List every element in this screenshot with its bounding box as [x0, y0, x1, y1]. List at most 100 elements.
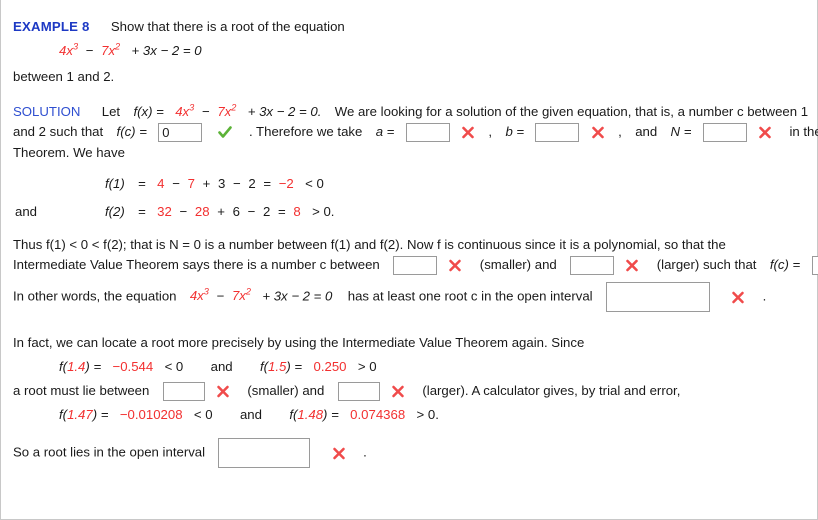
solution-term-b-exponent: 2 — [231, 102, 237, 113]
iow-minus: − — [216, 288, 225, 304]
incorrect-icon — [332, 446, 346, 461]
solution-fx-label: f(x) = — [133, 104, 164, 119]
in-fact-between-prefix: a root must lie between — [13, 383, 150, 398]
in-fact-and-label: and — [210, 359, 233, 374]
f14-close: ) = — [85, 359, 102, 374]
f15-arg: 1.5 — [268, 359, 287, 374]
solution-comma-1: , — [488, 124, 493, 139]
f1-result: −2 — [278, 176, 294, 191]
example-label: EXAMPLE 8 — [13, 19, 90, 34]
incorrect-icon — [391, 384, 405, 399]
in-fact-evaluations-1: f(1.4) = −0.544 < 0 and f(1.5) = 0.250 >… — [59, 358, 377, 375]
b-input[interactable] — [535, 123, 580, 143]
solution-label: SOLUTION — [13, 104, 81, 119]
f2-term-4: 2 — [263, 204, 271, 219]
conclusion-period: . — [363, 444, 367, 460]
solution-ivt-text: in the Intermediate Value — [789, 124, 818, 139]
f14-comparison: < 0 — [164, 359, 184, 374]
thus-smaller-input[interactable] — [393, 256, 438, 276]
solution-therefore-text: . Therefore we take — [248, 124, 363, 139]
correct-icon — [217, 125, 232, 140]
example-range: between 1 and 2. — [13, 69, 115, 84]
incorrect-icon — [216, 384, 230, 399]
f1-op-1: − — [172, 176, 180, 191]
conclusion-prefix: So a root lies in the open interval — [13, 444, 206, 460]
f1-op-3: − — [232, 176, 241, 191]
iow-remainder: + 3x − 2 = 0 — [262, 288, 333, 304]
equation-term-b: 7x — [101, 43, 116, 58]
f148-close: ) = — [323, 407, 339, 422]
f2-result: 8 — [293, 204, 301, 219]
in-fact-evaluations-2: f(1.47) = −0.010208 < 0 and f(1.48) = 0.… — [59, 406, 439, 423]
equation-minus: − — [85, 43, 94, 58]
f1-term-4: 2 — [248, 176, 256, 191]
in-fact-smaller-input[interactable] — [162, 382, 205, 402]
f14-value: −0.544 — [112, 359, 154, 374]
f148-value: 0.074368 — [350, 407, 406, 422]
in-fact-larger-input[interactable] — [337, 382, 380, 402]
thus-fc-input[interactable] — [811, 256, 818, 276]
example-prompt: Show that there is a root of the equatio… — [110, 19, 345, 34]
equation-term-a: 4x — [59, 43, 73, 58]
f1-equals-2: = — [263, 176, 272, 191]
f147-value: −0.010208 — [119, 407, 183, 422]
f2-equals-2: = — [278, 204, 286, 219]
solution-line-1: SOLUTION Let f(x) = 4x3 − 7x2 + 3x − 2 =… — [13, 103, 808, 120]
equation-remainder: + 3x − 2 = 0 — [131, 43, 202, 58]
f14-prefix: f( — [59, 359, 68, 374]
f1-term-2: 7 — [187, 176, 195, 191]
thus-fc-label: f(c) = — [769, 257, 801, 272]
solution-term-a: 4x — [175, 104, 190, 119]
in-fact-line-2: a root must lie between (smaller) and (l… — [13, 382, 681, 402]
a-input[interactable] — [405, 123, 450, 143]
in-other-words-period: . — [762, 288, 767, 304]
f1-op-2: + — [202, 176, 211, 191]
f2-comparison: > 0. — [312, 204, 335, 219]
open-interval-input[interactable] — [605, 282, 710, 312]
thus-larger-label: (larger) such that — [656, 257, 757, 272]
evaluation-f2: f(2) = 32 − 28 + 6 − 2 = 8 > 0. — [105, 203, 334, 220]
solution-and-text: and — [635, 124, 658, 139]
f15-close: ) = — [286, 359, 303, 374]
solution-fx-remainder: + 3x − 2 = 0. — [247, 104, 322, 119]
f15-comparison: > 0 — [357, 359, 377, 374]
in-fact-and-label-2: and — [239, 407, 262, 422]
in-other-words-line: In other words, the equation 4x3 − 7x2 +… — [13, 282, 766, 312]
f148-comparison: > 0. — [416, 407, 439, 422]
thus-smaller-label: (smaller) and — [479, 257, 557, 272]
f147-arg: 1.47 — [67, 407, 93, 422]
f147-close: ) = — [92, 407, 109, 422]
f147-comparison: < 0 — [193, 407, 213, 422]
exercise-page: EXAMPLE 8 Show that there is a root of t… — [0, 0, 818, 520]
f1-term-1: 4 — [157, 176, 165, 191]
conclusion-line: So a root lies in the open interval . — [13, 438, 367, 468]
a-label: a = — [375, 124, 395, 139]
incorrect-icon — [731, 290, 745, 305]
f147-prefix: f( — [59, 407, 68, 422]
thus-line-1: Thus f(1) < 0 < f(2); that is N = 0 is a… — [13, 237, 726, 252]
f2-term-2: 28 — [194, 204, 210, 219]
f2-lhs: f(2) — [105, 204, 125, 219]
fc-input[interactable] — [158, 123, 203, 143]
conclusion-interval-input[interactable] — [218, 438, 311, 468]
in-fact-smaller-label: (smaller) and — [247, 383, 325, 398]
equation-term-b-exponent: 2 — [115, 41, 121, 52]
in-fact-larger-label: (larger). A calculator gives, by trial a… — [422, 383, 681, 398]
N-label: N = — [670, 124, 692, 139]
incorrect-icon — [591, 125, 605, 140]
solution-fc-label: f(c) = — [116, 124, 147, 139]
f2-op-1: − — [179, 204, 188, 219]
solution-comma-2: , — [618, 124, 622, 139]
incorrect-icon — [625, 258, 639, 273]
f2-op-3: − — [247, 204, 256, 219]
f148-arg: 1.48 — [297, 407, 324, 422]
thus-line2-prefix: Intermediate Value Theorem says there is… — [13, 257, 380, 272]
N-input[interactable] — [702, 123, 747, 143]
solution-line-2: and 2 such that f(c) = . Therefore we ta… — [13, 123, 818, 143]
solution-let: Let — [101, 104, 121, 119]
iow-term-a-exponent: 3 — [203, 287, 209, 298]
thus-larger-input[interactable] — [570, 256, 615, 276]
solution-minus: − — [201, 104, 210, 119]
f15-value: 0.250 — [313, 359, 347, 374]
solution-term-b: 7x — [217, 104, 232, 119]
